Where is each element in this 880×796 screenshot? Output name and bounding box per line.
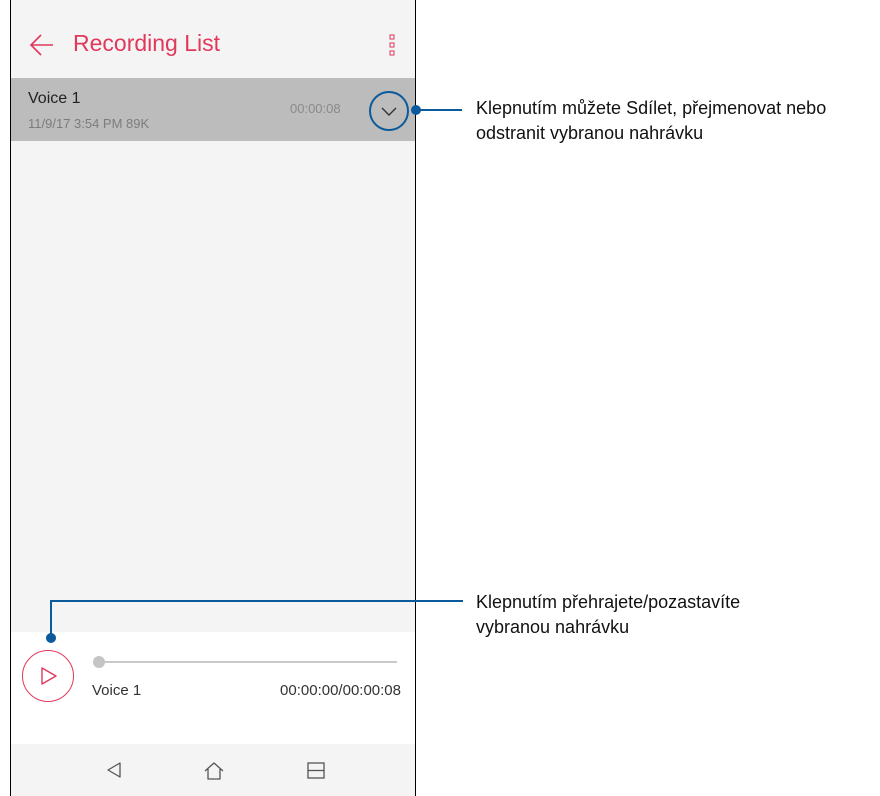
nav-home-icon[interactable]: [203, 761, 225, 781]
annotation-play-line1: Klepnutím přehrajete/pozastavíte: [476, 592, 741, 612]
recording-meta: 11/9/17 3:54 PM 89K: [28, 116, 150, 131]
annotation-expand-line1: Klepnutím můžete Sdílet, přejmenovat neb…: [476, 98, 827, 118]
play-button[interactable]: [22, 650, 74, 702]
more-vertical-icon[interactable]: [389, 34, 395, 56]
expand-options-button[interactable]: [369, 91, 409, 131]
chevron-down-icon: [381, 107, 397, 116]
callout-line-expand: [416, 109, 462, 111]
page-title: Recording List: [73, 30, 221, 56]
annotation-play-line2: vybranou nahrávku: [476, 617, 630, 637]
app-bar: Recording List: [11, 0, 415, 78]
player-track-name: Voice 1: [92, 682, 142, 699]
player-time: 00:00:00/00:00:08: [280, 682, 401, 699]
recording-list-item[interactable]: Voice 1 11/9/17 3:54 PM 89K 00:00:08: [11, 78, 415, 141]
progress-track[interactable]: [99, 661, 397, 663]
annotation-expand-line2: odstranit vybranou nahrávku: [476, 123, 704, 143]
nav-back-icon[interactable]: [105, 761, 123, 779]
nav-recents-icon[interactable]: [307, 762, 325, 779]
progress-knob[interactable]: [93, 656, 105, 668]
play-icon: [41, 667, 57, 685]
callout-line-play-horizontal: [50, 600, 463, 602]
recording-name: Voice 1: [28, 90, 81, 107]
system-nav-bar: [11, 744, 415, 796]
annotation-play: Klepnutím přehrajete/pozastavíte vybrano…: [476, 590, 740, 640]
recording-duration: 00:00:08: [290, 101, 341, 116]
phone-screen: Recording List Voice 1 11/9/17 3:54 PM 8…: [10, 0, 416, 796]
callout-line-play-vertical: [50, 600, 52, 636]
player-bar: Voice 1 00:00:00/00:00:08: [11, 632, 415, 744]
annotation-expand: Klepnutím můžete Sdílet, přejmenovat neb…: [476, 96, 826, 146]
arrow-left-icon[interactable]: [29, 33, 55, 57]
